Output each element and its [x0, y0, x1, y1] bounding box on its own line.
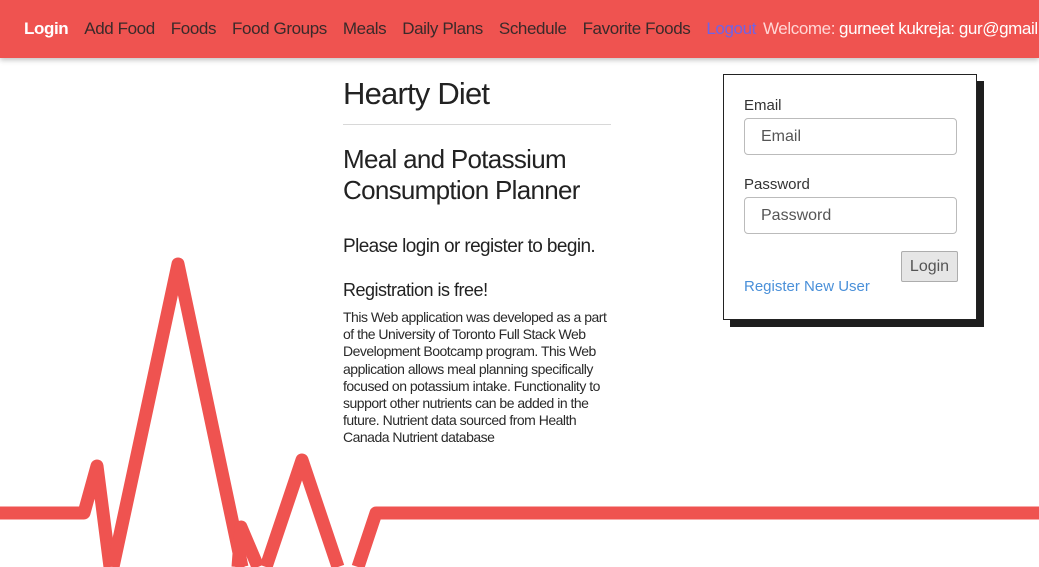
title-divider	[343, 124, 611, 125]
email-field[interactable]	[744, 118, 957, 155]
register-new-user-link[interactable]: Register New User	[744, 278, 870, 295]
nav-schedule[interactable]: Schedule	[499, 19, 567, 39]
page-subtitle: Meal and Potassium Consumption Planner	[343, 144, 580, 205]
nav-meals[interactable]: Meals	[343, 19, 387, 39]
login-prompt: Please login or register to begin.	[343, 236, 596, 257]
intro-section: Hearty Diet Meal and Potassium Consumpti…	[343, 75, 613, 447]
login-button[interactable]: Login	[901, 251, 958, 282]
nav-logout[interactable]: Logout	[706, 19, 756, 39]
nav-food-groups[interactable]: Food Groups	[232, 19, 327, 39]
nav-favorite-foods[interactable]: Favorite Foods	[583, 19, 691, 39]
nav-daily-plans[interactable]: Daily Plans	[402, 19, 483, 39]
welcome-user: gurneet kukreja: gur@gmail.com	[839, 19, 1039, 38]
nav-foods[interactable]: Foods	[171, 19, 217, 39]
password-label: Password	[744, 176, 810, 193]
nav-login[interactable]: Login	[24, 19, 69, 39]
app-description: This Web application was developed as a …	[343, 309, 607, 446]
password-field[interactable]	[744, 197, 957, 234]
login-form-card: Email Password Login Register New User	[723, 74, 977, 320]
email-label: Email	[744, 97, 782, 114]
welcome-label: Welcome:	[762, 19, 836, 38]
registration-free-text: Registration is free!	[343, 280, 488, 300]
nav-add-food[interactable]: Add Food	[84, 19, 155, 39]
site-title: Hearty Diet	[343, 76, 490, 111]
top-navbar: Login Add Food Foods Food Groups Meals D…	[0, 0, 1039, 58]
